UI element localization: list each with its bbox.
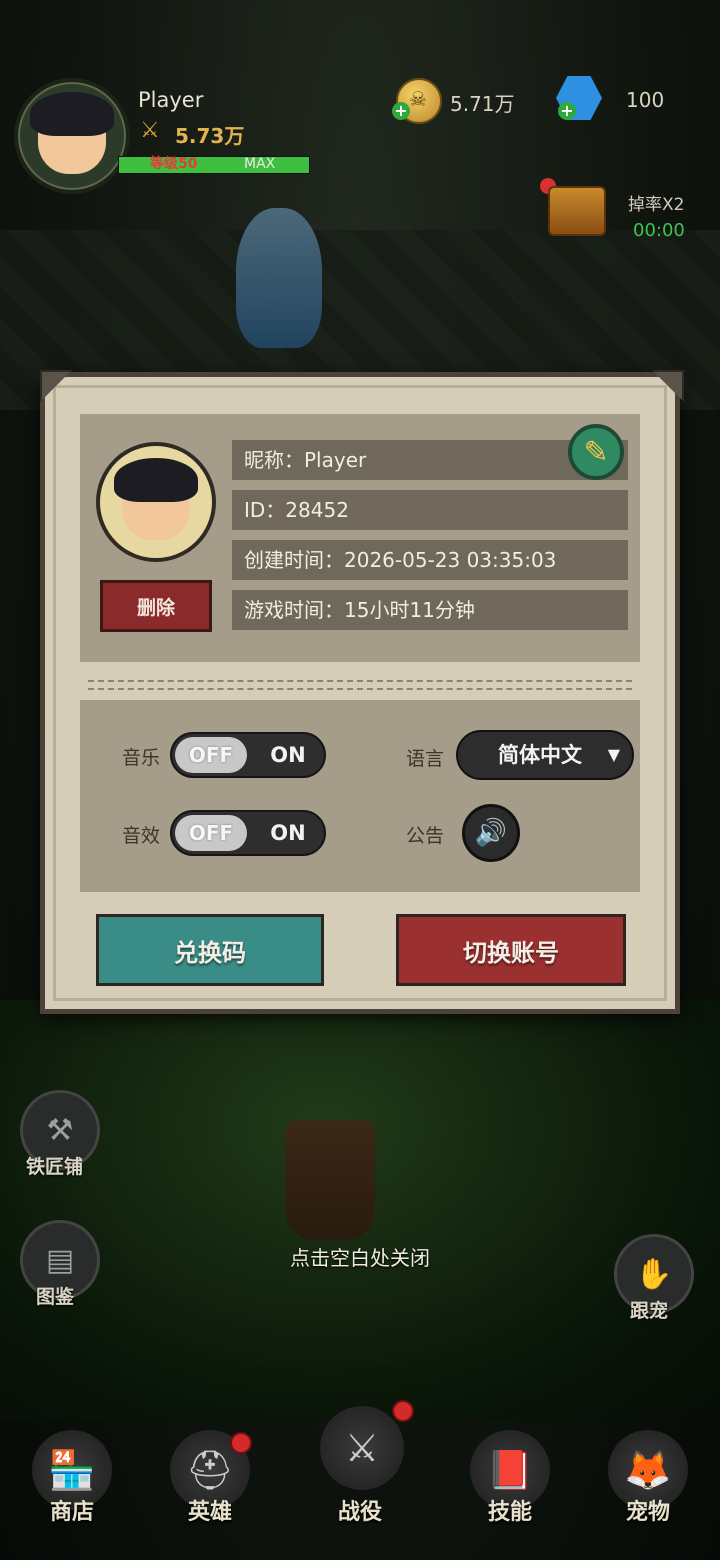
nav-battle[interactable]: ⚔ 战役: [310, 1400, 414, 1540]
nav-heroes-label: 英雄: [187, 1500, 232, 1525]
drop-rate-label: 掉率X2: [628, 195, 685, 215]
music-label: 音乐: [122, 747, 161, 769]
nav-pets-label: 宠物: [625, 1500, 670, 1525]
language-value: 简体中文: [498, 743, 582, 767]
coin-count: 5.71万: [450, 92, 515, 116]
level-bar-fill: [119, 157, 309, 173]
nav-shop-label: 商店: [49, 1500, 94, 1525]
follow-pet-label[interactable]: 跟宠: [630, 1296, 668, 1323]
codex-label[interactable]: 图鉴: [36, 1282, 74, 1309]
music-on[interactable]: ON: [254, 737, 322, 773]
notice-label: 公告: [406, 825, 445, 847]
skull-coin-icon[interactable]: ☠ +: [392, 78, 442, 124]
delete-button[interactable]: 删除: [100, 580, 212, 632]
bottom-nav: 🏪 商店 ⛑ 英雄 ⚔ 战役 📕 技能 🦊 宠物: [0, 1400, 720, 1560]
sfx-off[interactable]: OFF: [175, 815, 247, 851]
nav-skills-label: 技能: [487, 1500, 532, 1525]
dropdown-arrow-icon: ▼: [607, 745, 620, 764]
notification-dot: [392, 1400, 414, 1422]
music-off[interactable]: OFF: [175, 737, 247, 773]
player-avatar[interactable]: [14, 78, 130, 194]
settings-box: [80, 700, 640, 892]
crossed-swords-icon: ⚔: [140, 118, 160, 143]
crossed-swords-icon: ⚔: [320, 1406, 404, 1490]
avatar-hair: [114, 458, 198, 502]
language-label: 语言: [406, 748, 445, 770]
profile-avatar: [96, 442, 216, 562]
id-row: ID：28452: [232, 490, 628, 530]
gem-count: 100: [626, 88, 665, 112]
redeem-code-button[interactable]: 兑换码: [96, 914, 324, 986]
playtime-row: 游戏时间：15小时11分钟: [232, 590, 628, 630]
nav-heroes[interactable]: ⛑ 英雄: [160, 1430, 260, 1540]
nav-shop[interactable]: 🏪 商店: [22, 1430, 122, 1540]
switch-account-button[interactable]: 切换账号: [396, 914, 626, 986]
treasure-chest-icon[interactable]: [548, 186, 606, 236]
sfx-label: 音效: [122, 825, 161, 847]
blacksmith-label[interactable]: 铁匠铺: [26, 1152, 83, 1179]
player-name: Player: [138, 88, 204, 112]
music-toggle[interactable]: OFF ON: [170, 732, 326, 778]
level-max: MAX: [244, 156, 276, 172]
avatar-hair: [30, 92, 114, 136]
divider: [88, 680, 632, 690]
nav-pets[interactable]: 🦊 宠物: [598, 1430, 698, 1540]
level-text: 等级50: [150, 156, 198, 172]
sfx-toggle[interactable]: OFF ON: [170, 810, 326, 856]
edit-pencil-icon[interactable]: ✎: [568, 424, 624, 480]
created-time-row: 创建时间：2026-05-23 03:35:03: [232, 540, 628, 580]
level-bar: [118, 156, 310, 174]
add-coins-icon[interactable]: +: [392, 102, 410, 120]
combat-power: 5.73万: [175, 124, 245, 148]
nav-battle-label: 战役: [337, 1500, 382, 1525]
notification-dot: [230, 1432, 252, 1454]
sfx-on[interactable]: ON: [254, 815, 322, 851]
skull-icon: ☠: [409, 87, 427, 111]
close-hint: 点击空白处关闭: [290, 1246, 430, 1270]
add-gems-icon[interactable]: +: [558, 102, 576, 120]
speaker-icon[interactable]: 🔊: [462, 804, 520, 862]
language-select[interactable]: 简体中文 ▼: [456, 730, 634, 780]
drop-rate-timer: 00:00: [633, 220, 685, 241]
nav-skills[interactable]: 📕 技能: [460, 1430, 560, 1540]
